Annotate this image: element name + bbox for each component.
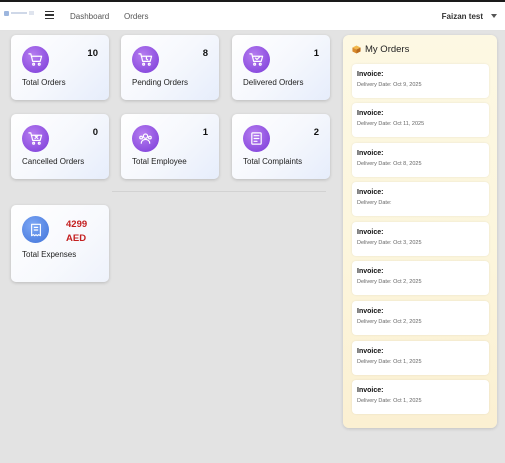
stat-label: Delivered Orders: [243, 78, 304, 87]
stat-card-delivered-orders[interactable]: 1 Delivered Orders: [232, 35, 330, 100]
order-invoice: Invoice:: [357, 348, 384, 355]
stat-label: Total Orders: [22, 78, 66, 87]
order-invoice: Invoice:: [357, 229, 384, 236]
order-invoice: Invoice:: [357, 110, 384, 117]
order-invoice: Invoice:: [357, 189, 384, 196]
order-invoice: Invoice:: [357, 308, 384, 315]
order-delivery-date: Delivery Date: Oct 3, 2025: [357, 240, 422, 246]
order-list-item[interactable]: Invoice: Delivery Date: Oct 8, 2025: [352, 143, 489, 177]
order-delivery-date: Delivery Date: Oct 2, 2025: [357, 279, 422, 285]
delivered-cart-icon: [243, 46, 270, 73]
stat-card-cancelled-orders[interactable]: 0 Cancelled Orders: [11, 114, 109, 179]
order-delivery-date: Delivery Date: Oct 8, 2025: [357, 161, 422, 167]
stat-card-total-expenses[interactable]: 4299 AED Total Expenses: [11, 205, 109, 282]
menu-toggle-icon[interactable]: [45, 11, 54, 19]
cancelled-cart-icon: [22, 125, 49, 152]
stat-label: Cancelled Orders: [22, 157, 85, 166]
stat-value: 10: [87, 48, 98, 59]
top-navbar: Dashboard Orders Faizan test: [0, 2, 505, 31]
order-invoice: Invoice:: [357, 387, 384, 394]
order-list-item[interactable]: Invoice: Delivery Date:: [352, 182, 489, 216]
stat-card-total-orders[interactable]: 10 Total Orders: [11, 35, 109, 100]
stat-value: 0: [92, 127, 98, 138]
order-delivery-date: Delivery Date: Oct 1, 2025: [357, 359, 422, 365]
stat-value: 1: [313, 48, 319, 59]
receipt-icon: [22, 216, 49, 243]
user-menu-name[interactable]: Faizan test: [442, 12, 483, 21]
stat-label: Pending Orders: [132, 78, 189, 87]
stat-value: 2: [313, 127, 319, 138]
section-divider: [112, 191, 326, 192]
order-list-item[interactable]: Invoice: Delivery Date: Oct 1, 2025: [352, 380, 489, 414]
order-invoice: Invoice:: [357, 71, 384, 78]
users-icon: [132, 125, 159, 152]
order-list-item[interactable]: Invoice: Delivery Date: Oct 2, 2025: [352, 261, 489, 295]
order-delivery-date: Delivery Date: Oct 2, 2025: [357, 319, 422, 325]
cart-icon: [22, 46, 49, 73]
order-list-item[interactable]: Invoice: Delivery Date: Oct 1, 2025: [352, 341, 489, 375]
order-invoice: Invoice:: [357, 268, 384, 275]
stat-label: Total Employee: [132, 157, 187, 166]
chevron-down-icon[interactable]: [491, 14, 497, 18]
nav-link-orders[interactable]: Orders: [124, 12, 148, 21]
expenses-amount: 4299 AED: [66, 219, 88, 244]
stat-card-pending-orders[interactable]: 8 Pending Orders: [121, 35, 219, 100]
pending-cart-icon: [132, 46, 159, 73]
stat-card-total-complaints[interactable]: 2 Total Complaints: [232, 114, 330, 179]
order-list-item[interactable]: Invoice: Delivery Date: Oct 9, 2025: [352, 64, 489, 98]
stat-value: 1: [202, 127, 208, 138]
complaint-icon: [243, 125, 270, 152]
brand-logo[interactable]: [4, 9, 34, 18]
expenses-label: Total Expenses: [22, 250, 77, 259]
order-list-item[interactable]: Invoice: Delivery Date: Oct 3, 2025: [352, 222, 489, 256]
my-orders-title: My Orders: [365, 44, 410, 55]
stat-card-total-employee[interactable]: 1 Total Employee: [121, 114, 219, 179]
stat-label: Total Complaints: [243, 157, 303, 166]
order-delivery-date: Delivery Date:: [357, 200, 392, 206]
order-delivery-date: Delivery Date: Oct 11, 2025: [357, 121, 425, 127]
nav-link-dashboard[interactable]: Dashboard: [70, 12, 109, 21]
box-icon: [352, 45, 361, 54]
order-delivery-date: Delivery Date: Oct 9, 2025: [357, 82, 422, 88]
my-orders-panel: My Orders Invoice: Delivery Date: Oct 9,…: [343, 35, 497, 428]
order-delivery-date: Delivery Date: Oct 1, 2025: [357, 398, 422, 404]
order-invoice: Invoice:: [357, 150, 384, 157]
stat-value: 8: [202, 48, 208, 59]
order-list-item[interactable]: Invoice: Delivery Date: Oct 11, 2025: [352, 103, 489, 137]
order-list-item[interactable]: Invoice: Delivery Date: Oct 2, 2025: [352, 301, 489, 335]
